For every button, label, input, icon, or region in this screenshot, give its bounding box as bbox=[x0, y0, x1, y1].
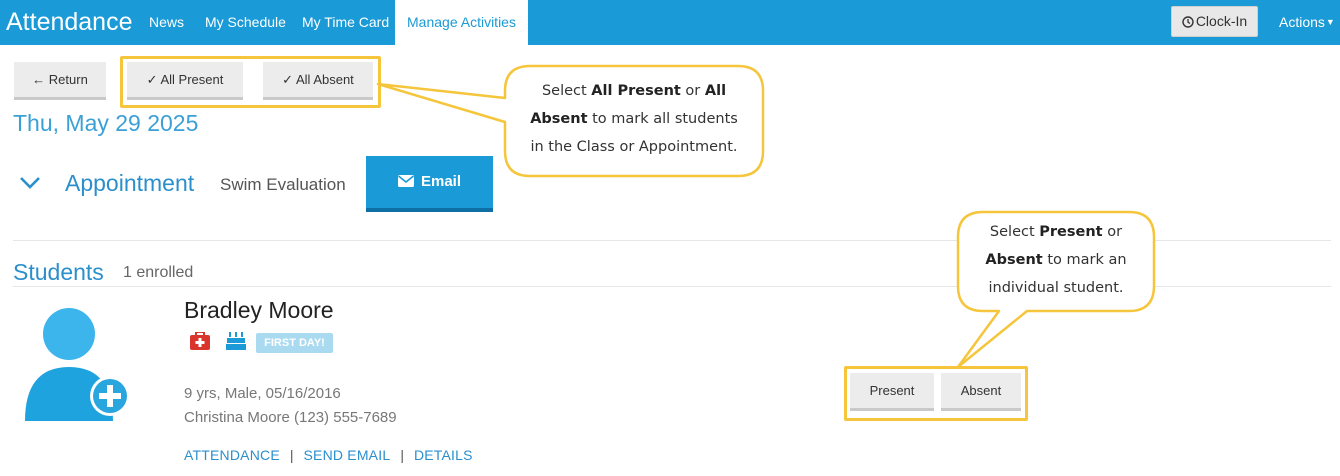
right-callout-text: Select Present or Absent to mark an indi… bbox=[985, 224, 1127, 296]
top-callout-text: Select All Present or All Absent to mark… bbox=[530, 83, 738, 155]
